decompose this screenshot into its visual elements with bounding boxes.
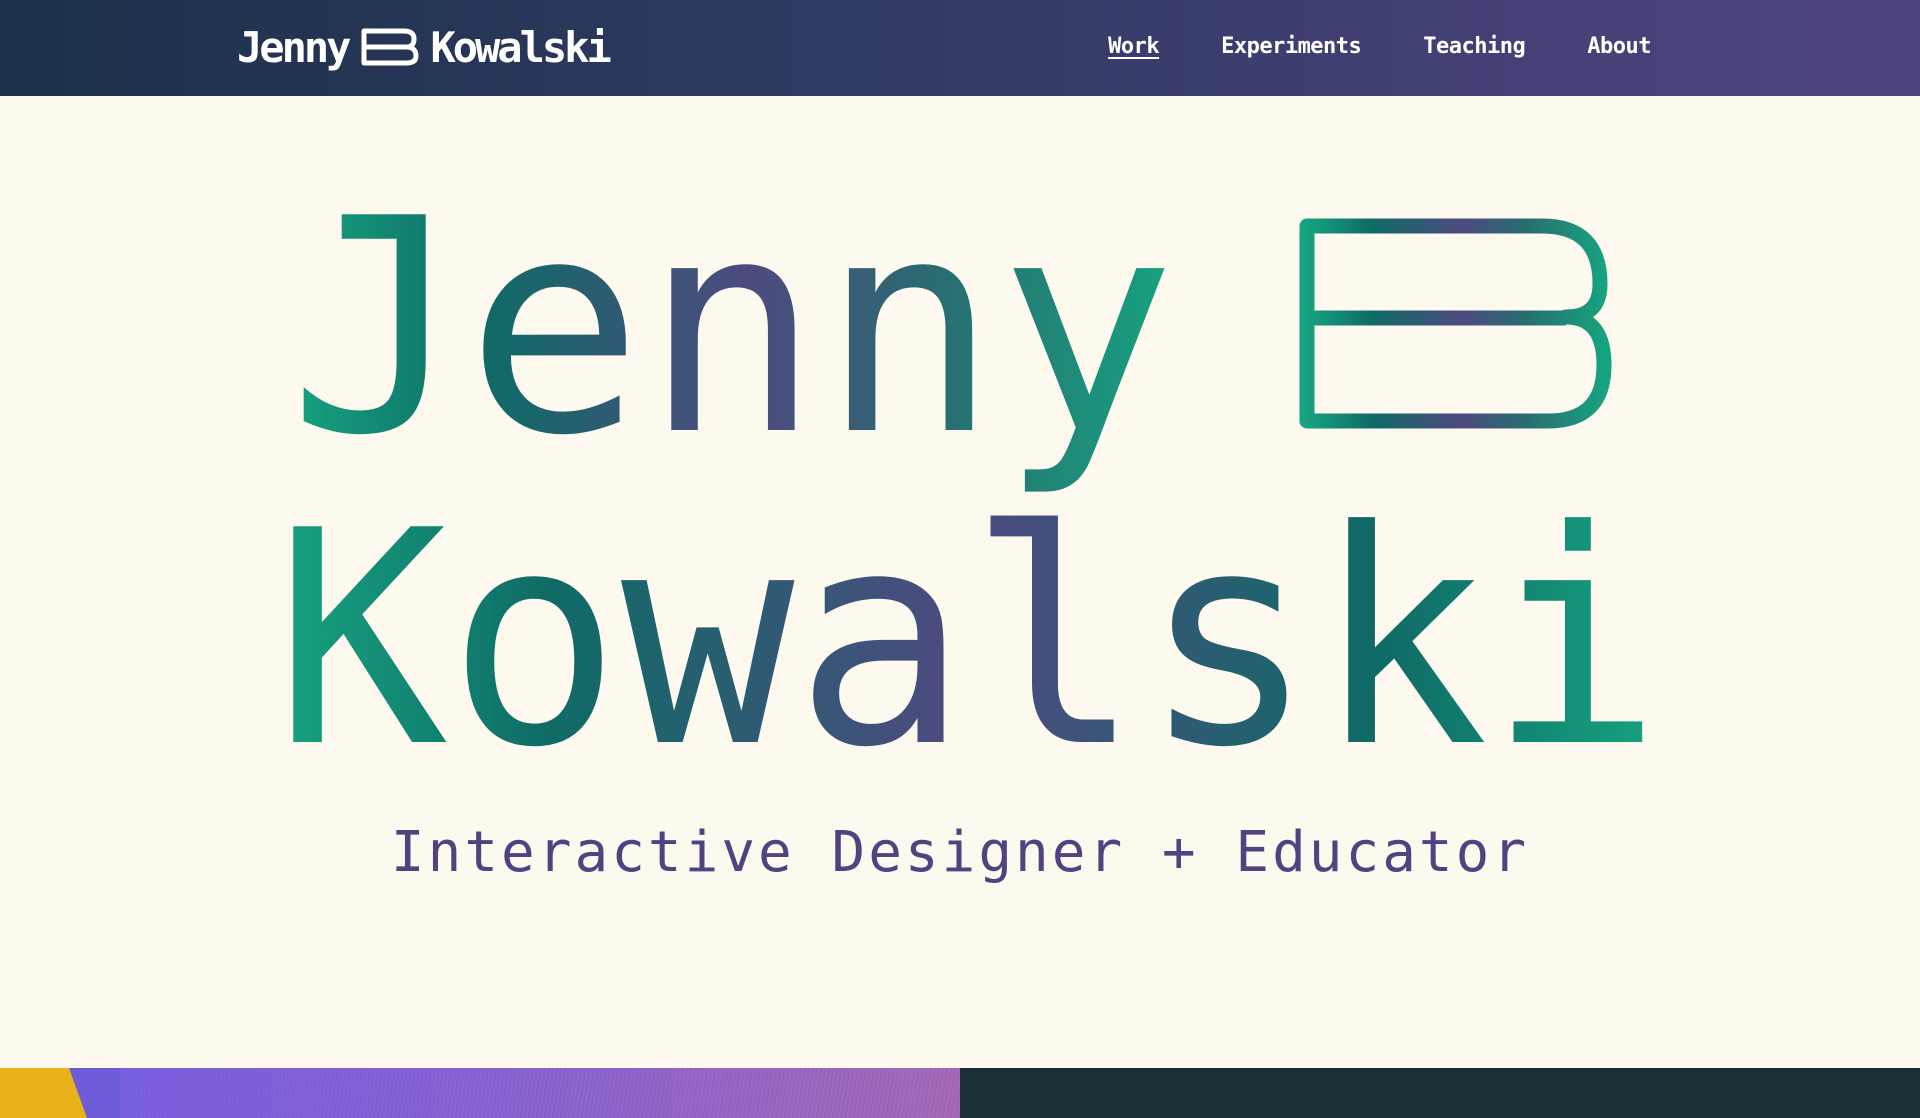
featured-project-panel[interactable] <box>960 1068 1920 1118</box>
hero-last-name: Kowalski <box>274 467 1662 812</box>
hero-name-graphic: Jenny Kowalski <box>274 155 1662 812</box>
hero-tagline: Interactive Designer + Educator <box>390 820 1530 885</box>
hero-first-name: Jenny <box>288 155 1176 500</box>
nav-work[interactable]: Work <box>1108 30 1159 64</box>
logo-first-name: Jenny <box>237 22 351 72</box>
thumbnail-gradient <box>0 1068 960 1118</box>
featured-project-thumbnail[interactable] <box>0 1068 960 1118</box>
site-header: Jenny Kowalski Work Experiments Teaching… <box>0 0 1920 96</box>
nav-about[interactable]: About <box>1587 30 1651 64</box>
hero-b-mark <box>1299 218 1612 429</box>
hero-section: Jenny Kowalski Interactive Designer + Ed… <box>0 96 1920 1068</box>
logo-last-name: Kowalski <box>430 22 611 72</box>
nav-teaching[interactable]: Teaching <box>1423 30 1525 64</box>
main-nav: Work Experiments Teaching About <box>1108 30 1651 64</box>
nav-experiments[interactable]: Experiments <box>1221 30 1362 64</box>
logo-b-mark <box>361 28 419 66</box>
logo-link[interactable]: Jenny Kowalski <box>237 22 612 72</box>
